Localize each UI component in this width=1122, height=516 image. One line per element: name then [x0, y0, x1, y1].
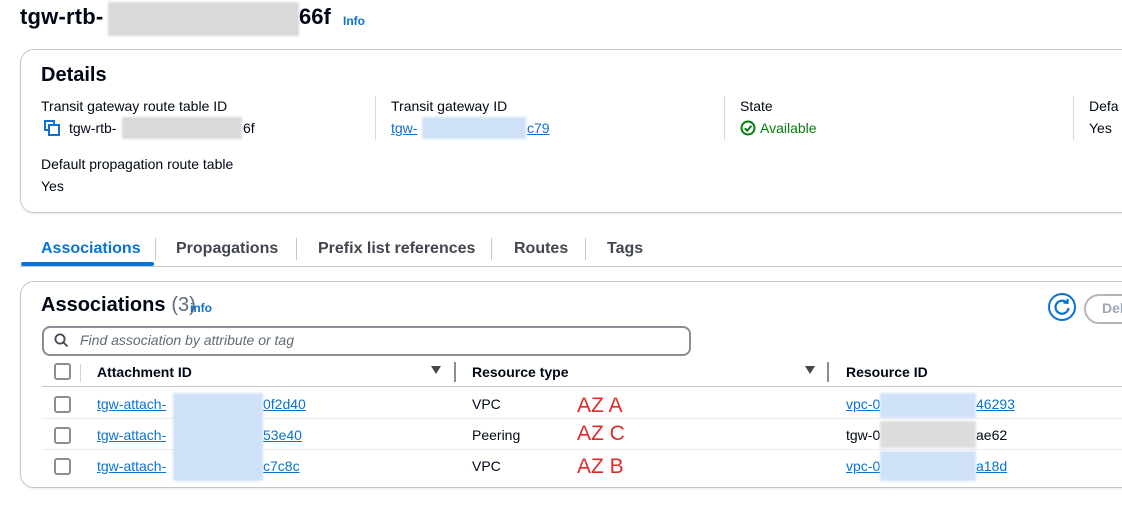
state-label: State — [740, 98, 773, 114]
associations-header: Associations (3) — [41, 294, 196, 317]
gateway-id-label: Transit gateway ID — [391, 98, 508, 114]
column-resize-handle[interactable] — [827, 362, 829, 382]
route-table-id-suffix: 6f — [243, 120, 255, 136]
delete-button-label: Del — [1102, 300, 1122, 316]
route-table-id-label: Transit gateway route table ID — [41, 98, 228, 114]
attachment-id-suffix[interactable]: 0f2d40 — [263, 396, 306, 412]
sort-caret-icon[interactable] — [805, 366, 815, 374]
tab-routes[interactable]: Routes — [514, 240, 568, 258]
redacted-block — [422, 117, 526, 139]
resource-type: Peering — [472, 427, 521, 443]
attachment-id-suffix[interactable]: c7c8c — [263, 458, 300, 474]
gateway-id-link[interactable]: tgw- — [391, 120, 417, 136]
column-header-resource-id[interactable]: Resource ID — [846, 364, 928, 380]
tab-associations[interactable]: Associations — [41, 240, 141, 258]
redacted-block — [880, 451, 976, 481]
default-propagation-value: Yes — [41, 178, 64, 194]
tabs-baseline — [20, 266, 1122, 267]
page-title-prefix: tgw-rtb- — [20, 4, 104, 29]
attachment-id-suffix[interactable]: 53e40 — [263, 427, 302, 443]
divider — [724, 96, 725, 140]
tab-propagations[interactable]: Propagations — [176, 240, 278, 258]
column-header-resource-type[interactable]: Resource type — [472, 364, 568, 380]
row-checkbox[interactable] — [54, 427, 71, 444]
refresh-button[interactable] — [1047, 292, 1077, 322]
default-association-value: Yes — [1089, 120, 1112, 136]
resource-id-suffix[interactable]: a18d — [976, 458, 1007, 474]
attachment-id-prefix[interactable]: tgw-attach- — [97, 396, 166, 412]
resource-type: VPC — [472, 396, 501, 412]
resource-id-prefix: tgw-0 — [846, 427, 881, 443]
info-link[interactable]: info — [190, 301, 212, 315]
sort-caret-icon[interactable] — [431, 366, 441, 374]
divider — [1073, 96, 1074, 140]
redacted-block — [880, 421, 976, 448]
tab-separator — [491, 238, 492, 260]
info-link[interactable]: Info — [343, 14, 365, 28]
az-annotation: AZ C — [577, 422, 625, 445]
resource-id-prefix[interactable]: vpc-0 — [846, 396, 880, 412]
gateway-id-prefix[interactable]: tgw- — [391, 120, 417, 136]
redacted-block — [108, 2, 299, 36]
resource-id-prefix[interactable]: vpc-0 — [846, 458, 880, 474]
state-value: Available — [760, 120, 817, 136]
attachment-id-prefix[interactable]: tgw-attach- — [97, 427, 166, 443]
delete-button[interactable]: Del — [1084, 294, 1122, 324]
tab-prefix-list-references[interactable]: Prefix list references — [318, 240, 475, 258]
select-all-checkbox[interactable] — [54, 363, 71, 380]
search-icon — [54, 333, 69, 351]
column-header-attachment-id[interactable]: Attachment ID — [97, 364, 192, 380]
associations-title: Associations — [41, 294, 166, 316]
az-annotation: AZ B — [577, 455, 624, 478]
header-line — [42, 386, 1122, 387]
column-separator — [80, 364, 81, 382]
tab-separator — [585, 238, 586, 260]
resource-id-suffix[interactable]: 46293 — [976, 396, 1015, 412]
default-propagation-label: Default propagation route table — [41, 156, 234, 172]
az-annotation: AZ A — [577, 394, 623, 417]
row-checkbox[interactable] — [54, 458, 71, 475]
attachment-id-prefix[interactable]: tgw-attach- — [97, 458, 166, 474]
search-placeholder: Find association by attribute or tag — [80, 332, 295, 348]
status-success-icon — [740, 120, 756, 136]
resource-id-suffix: ae62 — [976, 427, 1008, 443]
details-heading: Details — [41, 64, 107, 86]
redacted-block — [122, 117, 242, 139]
gateway-id-suffix[interactable]: c79 — [527, 120, 550, 136]
redacted-block — [173, 393, 263, 481]
tab-tags[interactable]: Tags — [607, 240, 643, 258]
search-input[interactable]: Find association by attribute or tag — [42, 326, 691, 356]
resource-type: VPC — [472, 458, 501, 474]
redacted-block — [880, 393, 976, 418]
row-checkbox[interactable] — [54, 396, 71, 413]
column-resize-handle[interactable] — [454, 362, 456, 382]
page-title-suffix: 66f — [299, 4, 331, 29]
default-association-label: Defa — [1089, 98, 1119, 114]
route-table-id-prefix: tgw-rtb- — [69, 120, 117, 136]
tab-separator — [296, 238, 297, 260]
copy-icon[interactable] — [44, 120, 60, 136]
tab-separator — [155, 238, 156, 260]
divider — [375, 96, 376, 140]
